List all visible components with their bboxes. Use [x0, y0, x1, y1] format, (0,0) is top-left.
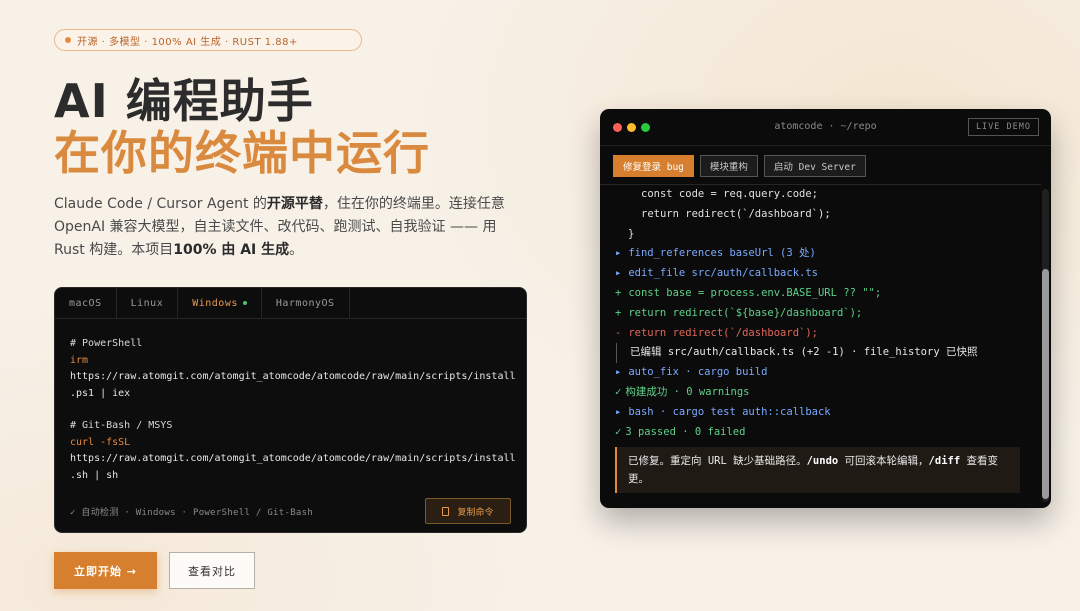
- diff-remove-line: - return redirect(`/dashboard`);: [615, 324, 1026, 344]
- tool-call-text: auto_fix · cargo build: [628, 366, 768, 379]
- diff-add-line: + return redirect(`${base}/dashboard`);: [615, 304, 1026, 324]
- tool-call-text: edit_file src/auth/callback.ts: [628, 267, 818, 280]
- scenario-start-dev-server[interactable]: 启动 Dev Server: [763, 155, 866, 177]
- code-comment: # Git-Bash / MSYS: [70, 420, 173, 431]
- success-text: 构建成功 · 0 warnings: [625, 385, 750, 398]
- tab-linux-label: Linux: [130, 297, 164, 309]
- code-gap: [70, 402, 511, 418]
- code-command: irm: [70, 354, 89, 366]
- hero-description: Claude Code / Cursor Agent 的开源平替，住在你的终端里…: [54, 193, 524, 262]
- code-url: https://raw.atomgit.com/atomgit_atomcode…: [70, 371, 516, 382]
- plus-icon: +: [615, 306, 622, 319]
- compare-button[interactable]: 查看对比: [169, 552, 255, 589]
- install-code[interactable]: # PowerShell irm https://raw.atomgit.com…: [55, 319, 526, 484]
- desc-part3: 。: [289, 242, 304, 258]
- success-text: 3 passed · 0 failed: [625, 425, 746, 438]
- arrow-icon: ▸: [615, 405, 622, 418]
- arrow-icon: ▸: [615, 247, 622, 260]
- hero-title-line1: AI 编程助手: [54, 74, 314, 128]
- get-started-button[interactable]: 立即开始 →: [54, 552, 157, 589]
- clipboard-icon: [442, 506, 450, 516]
- tab-harmonyos-label: HarmonyOS: [275, 297, 335, 309]
- scrollbar-thumb[interactable]: [1042, 269, 1049, 499]
- diff-remove-text: return redirect(`/dashboard`);: [628, 326, 818, 339]
- plus-icon: +: [615, 286, 622, 299]
- fix-text: 已修复。重定向 URL 缺少基础路径。: [628, 455, 807, 468]
- os-tabs: macOS Linux Windows HarmonyOS: [55, 288, 526, 319]
- demo-titlebar: atomcode · ~/repo LIVE DEMO: [600, 109, 1051, 146]
- code-line: return redirect(`/dashboard`);: [641, 207, 831, 220]
- badge-text: 开源 · 多模型 · 100% AI 生成 · RUST 1.88+: [77, 36, 298, 48]
- fix-text: 可回滚本轮编辑，: [838, 455, 929, 468]
- code-url: https://raw.atomgit.com/atomgit_atomcode…: [70, 453, 516, 464]
- feature-badge: 开源 · 多模型 · 100% AI 生成 · RUST 1.88+: [54, 29, 362, 51]
- edited-summary: 已编辑 src/auth/callback.ts (+2 -1) · file_…: [616, 343, 1026, 364]
- fix-summary-box: 已修复。重定向 URL 缺少基础路径。/undo 可回滚本轮编辑，/diff 查…: [615, 447, 1020, 494]
- arrow-icon: ▸: [615, 267, 622, 280]
- undo-command: /undo: [806, 455, 839, 468]
- demo-output: const code = req.query.code; return redi…: [600, 184, 1041, 508]
- tool-call-text: bash · cargo test auth::callback: [628, 405, 831, 418]
- diff-add-text: return redirect(`${base}/dashboard`);: [628, 306, 863, 319]
- tab-linux[interactable]: Linux: [117, 288, 179, 318]
- hero-title-line2: 在你的终端中运行: [54, 126, 430, 180]
- demo-terminal: atomcode · ~/repo LIVE DEMO 修复登录 bug 模块重…: [600, 109, 1051, 508]
- tool-call-line: ▸ auto_fix · cargo build: [615, 363, 1026, 383]
- badge-dot-icon: [65, 37, 71, 43]
- active-dot-icon: [242, 301, 247, 305]
- live-demo-badge: LIVE DEMO: [967, 118, 1039, 136]
- tool-call-line: ▸ edit_file src/auth/callback.ts: [615, 264, 1026, 284]
- code-comment: # PowerShell: [70, 338, 143, 349]
- code-url-tail: .sh | sh: [70, 469, 119, 481]
- check-icon: ✓: [615, 385, 622, 398]
- arrow-icon: ▸: [615, 366, 622, 379]
- desc-part1: Claude Code / Cursor Agent 的: [54, 196, 267, 212]
- code-command: curl -fsSL: [70, 436, 131, 448]
- copy-command-label: 复制命令: [457, 507, 494, 518]
- tab-macos[interactable]: macOS: [55, 288, 117, 318]
- success-line: ✓ 构建成功 · 0 warnings: [615, 383, 1026, 403]
- minus-icon: -: [615, 326, 622, 339]
- copy-command-button[interactable]: 复制命令: [425, 498, 511, 524]
- code-line: }: [628, 227, 635, 240]
- tool-call-text: find_references baseUrl (3 处): [628, 247, 816, 260]
- scenario-refactor-module[interactable]: 模块重构: [699, 155, 758, 177]
- auto-detect-text: ✓ 自动检测 · Windows · PowerShell / Git-Bash: [70, 507, 314, 518]
- tab-harmonyos[interactable]: HarmonyOS: [262, 288, 350, 318]
- tool-call-line: ▸ find_references baseUrl (3 处): [615, 244, 1026, 264]
- desc-bold1: 开源平替: [266, 196, 323, 212]
- diff-command: /diff: [928, 455, 961, 468]
- code-line: const code = req.query.code;: [641, 188, 819, 200]
- install-footer: ✓ 自动检测 · Windows · PowerShell / Git-Bash…: [70, 498, 511, 524]
- diff-add-text: const base = process.env.BASE_URL ?? "";: [628, 286, 882, 299]
- demo-scrollbar[interactable]: [1042, 189, 1049, 502]
- tab-windows[interactable]: Windows: [178, 288, 262, 318]
- diff-add-line: + const base = process.env.BASE_URL ?? ""…: [615, 284, 1026, 304]
- tab-windows-label: Windows: [192, 297, 238, 309]
- check-icon: ✓: [615, 425, 622, 438]
- scenario-fix-login-bug[interactable]: 修复登录 bug: [613, 155, 694, 177]
- desc-bold2: 100% 由 AI 生成: [173, 242, 290, 258]
- tab-macos-label: macOS: [69, 297, 102, 309]
- tool-call-line: ▸ bash · cargo test auth::callback: [615, 403, 1026, 423]
- install-terminal: macOS Linux Windows HarmonyOS # PowerShe…: [54, 287, 527, 533]
- code-url-tail: .ps1 | iex: [70, 387, 131, 399]
- scenario-buttons: 修复登录 bug 模块重构 启动 Dev Server: [613, 155, 866, 177]
- success-line: ✓ 3 passed · 0 failed: [615, 423, 1026, 443]
